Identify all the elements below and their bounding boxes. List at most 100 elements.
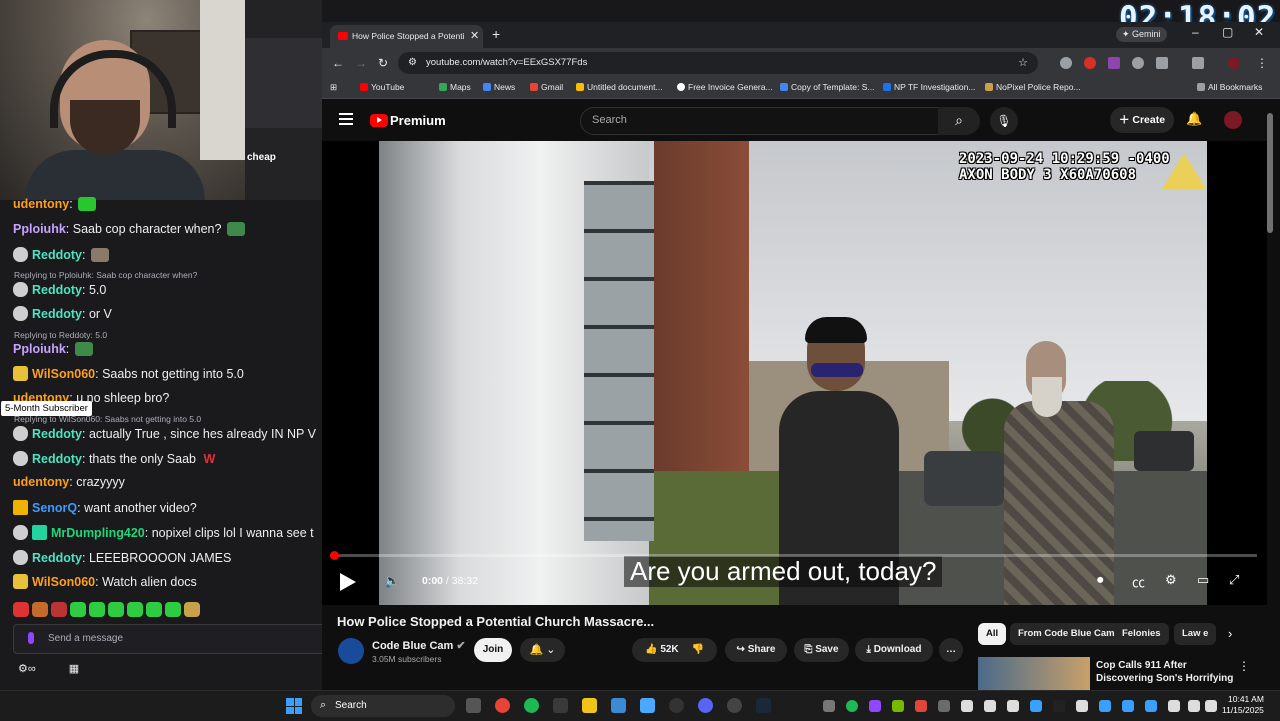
chat-username[interactable]: udentony: [13, 197, 69, 211]
chip-law[interactable]: Law e: [1174, 623, 1216, 645]
fullscreen-icon[interactable]: ⤢: [1229, 572, 1239, 588]
app-icon[interactable]: [727, 698, 742, 713]
chat-username[interactable]: Reddoty: [32, 248, 82, 262]
subscriber-badge-icon[interactable]: [13, 366, 28, 381]
system-clock[interactable]: 10:41 AM 11/15/2025: [1222, 694, 1264, 716]
subscriber-badge-icon[interactable]: [13, 306, 28, 321]
extension-icon[interactable]: [1132, 57, 1144, 69]
avatar[interactable]: [1224, 111, 1242, 129]
scrubber-handle[interactable]: [330, 551, 339, 560]
video-player[interactable]: 2023-09-24 10:29:59 -0400 AXON BODY 3 X6…: [322, 141, 1267, 605]
maximize-icon[interactable]: ▢: [1222, 25, 1233, 39]
bookmark-news[interactable]: News: [483, 82, 515, 92]
subscriber-badge-icon[interactable]: [13, 282, 28, 297]
extension-icon[interactable]: [1108, 57, 1120, 69]
app-icon[interactable]: [553, 698, 568, 713]
chat-username[interactable]: Reddoty: [32, 551, 82, 565]
task-view-icon[interactable]: [466, 698, 481, 713]
apps-grid-icon[interactable]: ⊞: [330, 82, 337, 93]
voice-search-button[interactable]: 🎙: [990, 107, 1018, 135]
chat-input[interactable]: Send a message: [13, 624, 335, 654]
miniplayer-icon[interactable]: ▭: [1197, 572, 1209, 588]
chat-username[interactable]: WilSon060: [32, 367, 95, 381]
chat-username[interactable]: Reddoty: [32, 452, 82, 466]
share-button[interactable]: ↪ Share: [725, 638, 787, 662]
tray-icon[interactable]: [1030, 700, 1042, 712]
all-bookmarks-folder[interactable]: All Bookmarks: [1197, 82, 1262, 92]
side-panel-icon[interactable]: [1192, 57, 1204, 69]
new-tab-button[interactable]: +: [492, 26, 500, 42]
chat-username[interactable]: Pploiuhk: [13, 342, 66, 356]
emote-icon[interactable]: [146, 602, 162, 617]
bookmark-untitled-document[interactable]: Untitled document...: [576, 82, 663, 92]
tray-icon[interactable]: [1099, 700, 1111, 712]
emote-icon[interactable]: [32, 602, 48, 617]
bookmark-nopixel-police-report[interactable]: NoPixel Police Repo...: [985, 82, 1081, 92]
progress-bar[interactable]: [330, 551, 1257, 560]
volume-icon[interactable]: [1205, 700, 1217, 712]
extensions-puzzle-icon[interactable]: [1156, 57, 1168, 69]
search-input[interactable]: Search: [580, 107, 940, 135]
file-explorer-icon[interactable]: [582, 698, 597, 713]
bookmark-free-invoice[interactable]: Free Invoice Genera...: [677, 82, 773, 92]
recommendation-title[interactable]: Cop Calls 911 After Discovering Son's Ho…: [1096, 659, 1246, 685]
tray-icon[interactable]: [869, 700, 881, 712]
chat-username[interactable]: Reddoty: [32, 427, 82, 441]
settings-icon[interactable]: ⚙∞: [18, 663, 36, 675]
profile-avatar-icon[interactable]: [1228, 57, 1240, 69]
emote-icon[interactable]: [70, 602, 86, 617]
taskbar-search[interactable]: ⌕ Search: [311, 695, 455, 717]
page-scrollbar[interactable]: [1267, 113, 1273, 233]
chrome-icon[interactable]: [495, 698, 510, 713]
emote-icon[interactable]: [184, 602, 200, 617]
close-window-icon[interactable]: ✕: [1254, 25, 1264, 39]
chat-username[interactable]: Reddoty: [32, 283, 82, 297]
chat-username[interactable]: udentony: [13, 475, 69, 489]
site-info-icon[interactable]: ⚙: [408, 57, 417, 68]
captions-icon[interactable]: ㏄: [1132, 572, 1145, 591]
chip-from-channel[interactable]: From Code Blue Cam: [1010, 623, 1123, 645]
tray-icon[interactable]: [823, 700, 835, 712]
save-button[interactable]: ⎘ Save: [794, 638, 849, 662]
subscriber-badge-icon[interactable]: [13, 550, 28, 565]
youtube-premium-logo[interactable]: Premium: [370, 112, 446, 130]
subscriber-badge-icon[interactable]: [13, 525, 28, 540]
browser-tab[interactable]: How Police Stopped a Potential ✕: [330, 25, 483, 48]
emote-icon[interactable]: [127, 602, 143, 617]
tray-icon[interactable]: [1053, 700, 1065, 712]
autoplay-toggle-icon[interactable]: ⏺: [1097, 572, 1104, 588]
volume-icon[interactable]: 🔈: [384, 573, 400, 589]
tray-icon[interactable]: [1076, 700, 1088, 712]
windows-start-icon[interactable]: [286, 698, 302, 714]
tray-icon[interactable]: [938, 700, 950, 712]
tray-icon[interactable]: [915, 700, 927, 712]
app-icon[interactable]: [611, 698, 626, 713]
address-bar[interactable]: ⚙ youtube.com/watch?v=EExGSX77Fds ☆: [398, 52, 1038, 74]
recommendation-thumbnail[interactable]: [978, 657, 1090, 690]
tray-spotify-icon[interactable]: [846, 700, 858, 712]
discord-icon[interactable]: [698, 698, 713, 713]
tray-icon[interactable]: [961, 700, 973, 712]
emote-icon[interactable]: [13, 602, 29, 617]
mic-icon[interactable]: [28, 632, 34, 644]
reload-icon[interactable]: ↻: [378, 56, 388, 70]
steam-icon[interactable]: [756, 698, 771, 713]
crown-badge-icon[interactable]: [13, 500, 28, 515]
settings-gear-icon[interactable]: ⚙: [1165, 572, 1177, 588]
subscriber-badge-icon[interactable]: [13, 247, 28, 262]
emote-icon[interactable]: [165, 602, 181, 617]
search-button[interactable]: ⌕: [938, 107, 980, 135]
bookmark-copy-of-template[interactable]: Copy of Template: S...: [780, 82, 874, 92]
tray-icon[interactable]: [984, 700, 996, 712]
chat-username[interactable]: Reddoty: [32, 307, 82, 321]
subscriber-badge-icon[interactable]: [13, 574, 28, 589]
notifications-bell-icon[interactable]: 🔔: [1186, 111, 1202, 127]
chat-username[interactable]: Pploiuhk: [13, 222, 66, 236]
download-button[interactable]: ⤓ Download: [855, 638, 933, 662]
subscribe-bell-button[interactable]: 🔔 ⌄: [520, 638, 565, 662]
subscriber-badge-icon[interactable]: [13, 451, 28, 466]
bookmark-gmail[interactable]: Gmail: [530, 82, 563, 92]
bookmark-youtube[interactable]: YouTube: [360, 82, 404, 92]
chat-username[interactable]: MrDumpling420: [51, 526, 145, 540]
menu-kebab-icon[interactable]: ⋮: [1256, 56, 1268, 70]
